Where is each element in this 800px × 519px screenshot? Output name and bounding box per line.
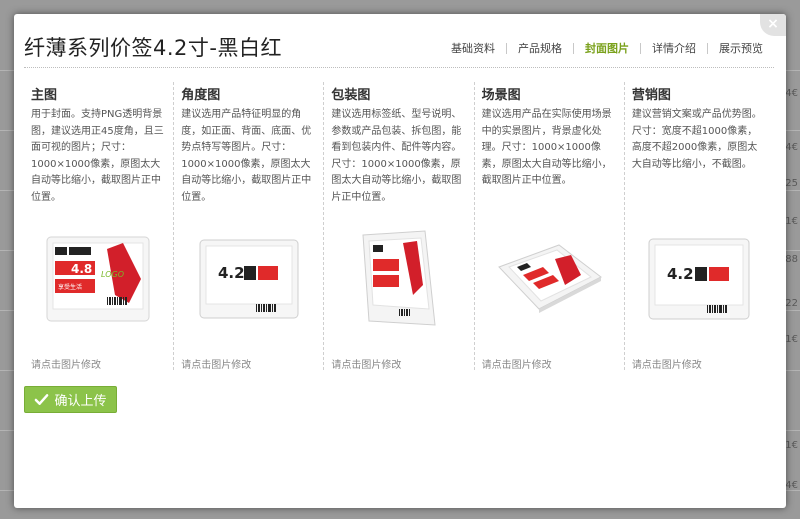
column-description: 建议选用标签纸、型号说明、参数或产品包装、拆包图，能看到包装内件、配件等内容。尺…: [331, 109, 462, 203]
bg-row-value: 1€: [785, 216, 798, 227]
column-angle-image: 角度图 建议选用产品特征明显的角度，如正面、背面、底面、优势点特写等图片。尺寸：…: [174, 82, 325, 371]
column-title: 营销图: [631, 88, 671, 103]
thumb-size-text: 4.2: [667, 265, 694, 283]
column-description: 建议营销文案或产品优势图。尺寸：宽度不超1000像素，高度不超2000像素，原图…: [631, 109, 762, 170]
angle-image-thumbnail[interactable]: 4.2: [174, 224, 323, 334]
column-scene-image: 场景图 建议选用产品在实际使用场景中的实景图片，背景虚化处理。尺寸：1000×1…: [475, 82, 625, 371]
column-package-image: 包装图 建议选用标签纸、型号说明、参数或产品包装、拆包图，能看到包装内件、配件等…: [324, 82, 475, 371]
bg-row-value: 22: [785, 298, 798, 309]
image-columns: 主图 用于封面。支持PNG透明背景图，建议选用正45度角，且三面可视的图片；尺寸…: [24, 82, 774, 371]
cover-image-modal: × 纤薄系列价签4.2寸-黑白红 基础资料 产品规格 封面图片 详情介绍 展示预…: [14, 14, 786, 508]
column-description: 建议选用产品在实际使用场景中的实景图片，背景虚化处理。尺寸：1000×1000像…: [481, 109, 612, 186]
column-description: 建议选用产品特征明显的角度，如正面、背面、底面、优势点特写等图片。尺寸：1000…: [181, 109, 312, 203]
bg-row-value: 4€: [785, 88, 798, 99]
column-title: 场景图: [481, 88, 521, 103]
marketing-image-thumbnail[interactable]: 4.2: [625, 224, 774, 334]
esl-tag-scene-image: [498, 244, 603, 313]
edit-image-hint[interactable]: 请点击图片修改: [632, 356, 702, 371]
edit-image-hint[interactable]: 请点击图片修改: [331, 356, 401, 371]
tab-details[interactable]: 详情介绍: [641, 40, 707, 56]
tab-specs[interactable]: 产品规格: [507, 40, 573, 56]
modal-header: 纤薄系列价签4.2寸-黑白红 基础资料 产品规格 封面图片 详情介绍 展示预览: [24, 32, 774, 68]
tab-basic-info[interactable]: 基础资料: [440, 40, 506, 56]
edit-image-hint[interactable]: 请点击图片修改: [181, 356, 251, 371]
column-main-image: 主图 用于封面。支持PNG透明背景图，建议选用正45度角，且三面可视的图片；尺寸…: [24, 82, 175, 371]
esl-tag-front-image: 4.8 享受生活 LOGO: [46, 236, 150, 322]
bg-row-value: 1€: [785, 440, 798, 451]
bg-row-value: 1€: [785, 334, 798, 345]
column-description: 用于封面。支持PNG透明背景图，建议选用正45度角，且三面可视的图片；尺寸：10…: [31, 109, 164, 203]
check-icon: [35, 394, 49, 405]
column-title: 角度图: [181, 88, 221, 103]
scene-image-thumbnail[interactable]: [475, 224, 624, 334]
bg-row-value: 4€: [785, 480, 798, 491]
tab-bar: 基础资料 产品规格 封面图片 详情介绍 展示预览: [440, 40, 774, 56]
column-marketing-image: 营销图 建议营销文案或产品优势图。尺寸：宽度不超1000像素，高度不超2000像…: [625, 82, 774, 371]
thumb-promo: 享受生活: [58, 283, 82, 291]
esl-tag-angle-image: 4.2: [199, 239, 299, 319]
bg-row-value: 25: [785, 178, 798, 189]
esl-tag-package-image: [362, 230, 436, 326]
confirm-upload-button[interactable]: 确认上传: [24, 386, 117, 413]
main-image-thumbnail[interactable]: 4.8 享受生活 LOGO: [24, 224, 173, 334]
column-title: 主图: [31, 88, 58, 103]
bg-row-value: 4€: [785, 142, 798, 153]
package-image-thumbnail[interactable]: [324, 224, 473, 334]
thumb-logo: LOGO: [101, 270, 124, 279]
edit-image-hint[interactable]: 请点击图片修改: [31, 356, 101, 371]
confirm-upload-label: 确认上传: [54, 394, 107, 409]
tab-cover-images[interactable]: 封面图片: [574, 40, 640, 56]
thumb-size-text: 4.2: [218, 264, 245, 282]
thumb-price: 4.8: [71, 262, 92, 276]
tab-preview[interactable]: 展示预览: [708, 40, 774, 56]
modal-title: 纤薄系列价签4.2寸-黑白红: [24, 36, 282, 60]
column-title: 包装图: [331, 88, 371, 103]
esl-tag-marketing-image: 4.2: [648, 238, 750, 320]
bg-row-value: 88: [785, 254, 798, 265]
edit-image-hint[interactable]: 请点击图片修改: [482, 356, 552, 371]
